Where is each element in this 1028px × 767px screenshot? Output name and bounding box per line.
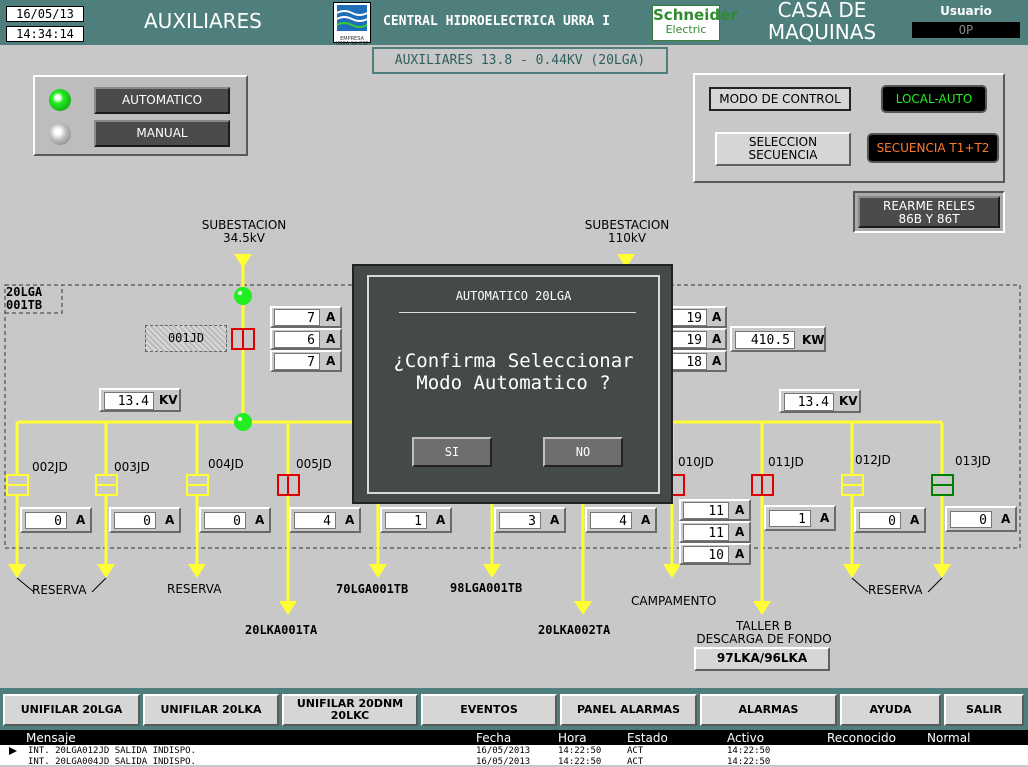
nav-eventos[interactable]: EVENTOS [421,694,557,726]
load-label-20lka002ta: 20LKA002TA [538,623,611,637]
log-row-1[interactable]: INT. 20LGA012JD SALIDA INDISPO. [28,746,196,756]
feeder-current-98lga: 3A [494,507,566,533]
log-header-normal: Normal [927,731,971,745]
feeder-name-002jd: 002JD [32,460,68,474]
feeder-current-003jd: 0A [109,507,181,533]
feeder-name-004jd: 004JD [208,457,244,471]
taller-link-button[interactable]: 97LKA/96LKA [694,647,830,671]
log-header-hora: Hora [558,731,587,745]
log-header-reconocido: Reconocido [827,731,896,745]
feeder-name-013jd: 013JD [955,454,991,468]
current-row-arrow-icon [9,747,17,755]
load-label-20lka001ta: 20LKA001TA [245,623,318,637]
feeder-name-012jd: 012JD [855,453,891,467]
dialog-yes-button[interactable]: SI [412,437,492,467]
feeder-name-011jd: 011JD [768,455,804,469]
load-label-campamento: CAMPAMENTO [631,594,717,608]
dialog-no-button[interactable]: NO [543,437,623,467]
feeder-name-010jd: 010JD [678,455,714,469]
power-display: 410.5 KW [730,326,826,352]
taller-label: TALLER B DESCARGA DE FONDO [696,619,832,646]
feeder-current-004jd: 0A [199,507,271,533]
dialog-divider [399,312,636,313]
nav-panel-alarmas[interactable]: PANEL ALARMAS [560,694,697,726]
breaker-001jd[interactable]: 001JD [145,325,227,352]
nav-salir[interactable]: SALIR [944,694,1024,726]
confirm-dialog: AUTOMATICO 20LGA ¿Confirma Seleccionar M… [352,264,673,504]
feeder-current-70lga: 1A [380,507,452,533]
feeder-current-20lka002: 4A [585,507,657,533]
load-label-012jd: RESERVA [868,583,923,597]
feeder-name-005jd: 005JD [296,457,332,471]
feeder-current-011jd: 1A [764,505,836,531]
nav-ayuda[interactable]: AYUDA [840,694,941,726]
nav-alarmas[interactable]: ALARMAS [700,694,837,726]
dialog-message: ¿Confirma Seleccionar Modo Automatico ? [393,350,634,394]
feed-arrow-left-icon [234,254,252,268]
voltage-left-display: 13.4 KV [99,388,181,412]
feeder-current-005jd: 4A [289,507,361,533]
log-header-activo: Activo [727,731,765,745]
log-row-2[interactable]: INT. 20LGA004JD SALIDA INDISPO. [28,757,196,767]
feeder-current-013jd: 0A [945,506,1017,532]
nav-unifilar-20dnm[interactable]: UNIFILAR 20DNM 20LKC [282,694,418,726]
alarm-log[interactable]: Mensaje Fecha Hora Estado Activo Reconoc… [0,730,1028,767]
feeder-name-003jd: 003JD [114,460,150,474]
node-led-top-icon [234,287,252,305]
load-label-004jd: RESERVA [167,582,222,596]
load-label-002jd: RESERVA [32,583,87,597]
log-header-mensaje: Mensaje [26,731,76,745]
log-header-estado: Estado [627,731,668,745]
log-header-fecha: Fecha [476,731,512,745]
feeder-current-012jd: 0A [854,507,926,533]
dialog-title: AUTOMATICO 20LGA [455,289,572,303]
load-label-98lga001tb: 98LGA001TB [450,581,523,595]
nav-unifilar-20lka[interactable]: UNIFILAR 20LKA [143,694,279,726]
node-led-bus-icon [234,413,252,431]
load-label-70lga001tb: 70LGA001TB [336,582,409,596]
nav-unifilar-20lga[interactable]: UNIFILAR 20LGA [3,694,140,726]
voltage-right-display: 13.4 KV [779,389,861,413]
dialog-frame: AUTOMATICO 20LGA ¿Confirma Seleccionar M… [367,275,660,494]
feeder-current-002jd: 0A [20,507,92,533]
